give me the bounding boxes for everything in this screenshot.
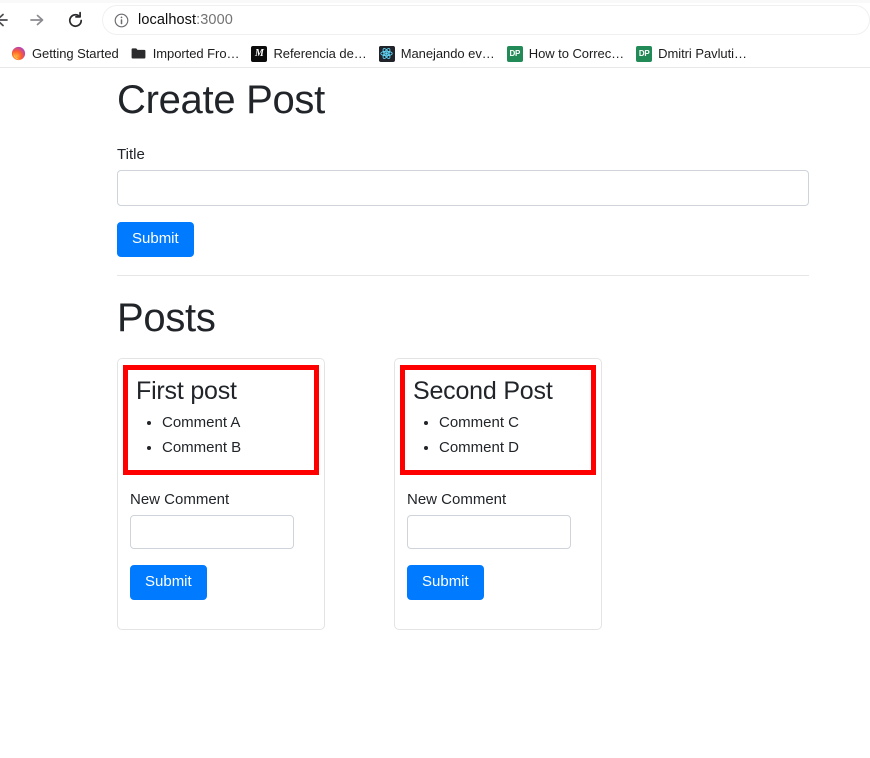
back-arrow-icon: [0, 13, 8, 27]
bookmark-dmitri-pavluti[interactable]: DP Dmitri Pavluti…: [630, 43, 753, 65]
page-container: Create Post Title Submit Posts First pos…: [117, 76, 809, 646]
bookmark-manejando-ev[interactable]: Manejando ev…: [373, 43, 501, 65]
comment-list-item: Comment D: [439, 436, 583, 460]
bookmark-label: Manejando ev…: [400, 46, 495, 61]
posts-heading: Posts: [117, 296, 216, 340]
post-card: Second Post Comment C Comment D New Comm…: [394, 358, 602, 630]
react-icon: [378, 45, 395, 62]
section-divider: [117, 275, 809, 276]
bookmark-label: How to Correc…: [528, 46, 625, 61]
dp-icon: DP: [506, 45, 523, 62]
reload-icon: [68, 11, 82, 27]
comment-list: Comment C Comment D: [413, 411, 583, 460]
new-comment-label: New Comment: [130, 490, 230, 508]
post-card: First post Comment A Comment B New Comme…: [117, 358, 325, 630]
browser-chrome: localhost:3000 Getting Started Imported …: [0, 0, 870, 68]
address-bar-text: localhost:3000: [138, 12, 233, 28]
posts-grid: First post Comment A Comment B New Comme…: [117, 358, 809, 646]
bookmark-referencia-de[interactable]: M Referencia de…: [245, 43, 372, 65]
comment-list: Comment A Comment B: [136, 411, 306, 460]
bookmark-getting-started[interactable]: Getting Started: [4, 43, 125, 65]
new-comment-input[interactable]: [407, 514, 571, 549]
url-host: localhost: [138, 12, 197, 28]
reload-button[interactable]: [58, 3, 92, 37]
dp-icon: DP: [636, 45, 653, 62]
window-edge-strip: [0, 0, 870, 3]
title-field-label: Title: [117, 146, 145, 163]
comment-list-item: Comment B: [162, 436, 306, 460]
new-comment-submit-button[interactable]: Submit: [130, 564, 207, 600]
new-comment-input[interactable]: [130, 514, 294, 549]
new-comment-label: New Comment: [407, 490, 507, 508]
post-title: Second Post: [413, 377, 553, 405]
create-post-submit-button[interactable]: Submit: [117, 222, 194, 257]
folder-icon: [131, 46, 147, 62]
bookmark-label: Imported Fro…: [152, 46, 240, 61]
bookmark-label: Referencia de…: [273, 46, 367, 61]
back-button[interactable]: [0, 3, 18, 37]
mdn-icon: M: [251, 45, 268, 62]
address-bar[interactable]: localhost:3000: [102, 5, 870, 35]
bookmark-how-to-correc[interactable]: DP How to Correc…: [501, 43, 630, 65]
bookmark-imported-from[interactable]: Imported Fro…: [125, 43, 246, 65]
page-title: Create Post: [117, 78, 325, 122]
page-viewport: Create Post Title Submit Posts First pos…: [0, 68, 870, 758]
new-comment-submit-button[interactable]: Submit: [407, 564, 484, 600]
post-highlight-box: First post Comment A Comment B: [123, 365, 319, 475]
info-circle-icon[interactable]: [114, 13, 129, 28]
url-port: :3000: [196, 12, 233, 28]
bookmark-label: Getting Started: [32, 46, 119, 61]
firefox-icon: [10, 46, 26, 62]
comment-list-item: Comment A: [162, 411, 306, 435]
forward-arrow-icon: [30, 14, 44, 26]
post-highlight-box: Second Post Comment C Comment D: [400, 365, 596, 475]
browser-navigation-bar: localhost:3000: [0, 0, 870, 40]
comment-list-item: Comment C: [439, 411, 583, 435]
title-input[interactable]: [117, 170, 809, 206]
bookmarks-toolbar: Getting Started Imported Fro… M Referenc…: [0, 40, 870, 67]
forward-button[interactable]: [20, 3, 54, 37]
post-title: First post: [136, 377, 237, 405]
bookmark-label: Dmitri Pavluti…: [658, 46, 747, 61]
